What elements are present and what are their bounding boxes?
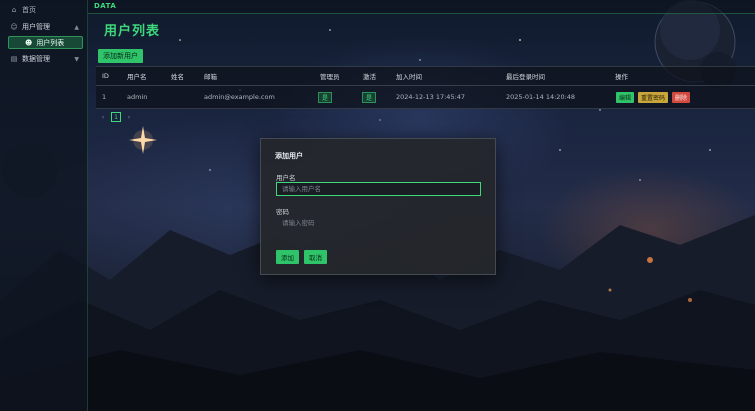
- chevron-down-icon: ▼: [74, 55, 79, 63]
- add-user-dialog: 添加用户 用户名 密码 添加 取消: [260, 138, 496, 275]
- table-row: 1 admin admin@example.com 是 是 2024-12-13…: [96, 86, 755, 108]
- sidebar-item-home[interactable]: ⌂ 首页: [0, 3, 87, 17]
- sidebar-item-label: 用户管理: [22, 23, 50, 31]
- dialog-title: 添加用户: [275, 152, 303, 160]
- cancel-button[interactable]: 取消: [304, 250, 327, 264]
- dialog-actions: 添加 取消: [276, 250, 327, 264]
- cell-username: admin: [127, 93, 148, 101]
- column-header-name: 姓名: [171, 73, 184, 81]
- data-icon: ▤: [10, 55, 18, 63]
- chevron-up-icon: ▲: [74, 23, 79, 31]
- sidebar-group-user-mgmt[interactable]: ☺ 用户管理 ▲: [0, 20, 87, 34]
- column-header-username: 用户名: [127, 73, 147, 81]
- sidebar-item-label: 用户列表: [36, 38, 65, 47]
- sidebar: ⌂ 首页 ☺ 用户管理 ▲ ☻ 用户列表 ▤ 数据管理 ▼: [0, 0, 88, 411]
- edit-button[interactable]: 编辑: [616, 91, 635, 103]
- column-header-joined: 加入时间: [396, 73, 422, 81]
- column-header-actions: 操作: [615, 73, 628, 81]
- home-icon: ⌂: [11, 6, 17, 14]
- top-bar: DATA: [88, 0, 755, 14]
- submit-button[interactable]: 添加: [276, 250, 299, 264]
- page-title: 用户列表: [104, 24, 161, 39]
- table-header: ID 用户名 姓名 邮箱 管理员 激活 加入时间 最后登录时间 操作: [96, 67, 755, 86]
- pagination-page-button[interactable]: 1: [111, 112, 121, 122]
- user-list-icon: ☻: [25, 38, 33, 47]
- column-header-email: 邮箱: [204, 73, 217, 81]
- brand-label: DATA: [94, 2, 117, 10]
- cell-admin: 是: [318, 86, 333, 108]
- column-header-admin: 管理员: [320, 73, 340, 81]
- username-input[interactable]: [276, 182, 481, 196]
- add-user-button[interactable]: 添加新用户: [98, 49, 143, 63]
- sidebar-item-user-list[interactable]: ☻ 用户列表: [8, 36, 83, 49]
- reset-password-button[interactable]: 重置密码: [638, 91, 669, 103]
- sidebar-item-label: 数据管理: [22, 55, 50, 63]
- pagination: ‹ 1 ›: [98, 112, 134, 122]
- column-header-last-login: 最后登录时间: [506, 73, 545, 81]
- active-badge: 是: [362, 91, 377, 103]
- cell-joined: 2024-12-13 17:45:47: [396, 93, 466, 101]
- cell-active: 是: [362, 86, 377, 108]
- sidebar-item-label: 首页: [22, 6, 36, 14]
- cell-email: admin@example.com: [204, 93, 275, 101]
- password-label: 密码: [276, 208, 289, 216]
- cell-id: 1: [102, 93, 107, 101]
- user-table: ID 用户名 姓名 邮箱 管理员 激活 加入时间 最后登录时间 操作 1 adm…: [96, 66, 755, 109]
- pagination-prev-button[interactable]: ‹: [98, 112, 108, 122]
- admin-badge: 是: [318, 91, 333, 103]
- cell-actions: 编辑 重置密码 删除: [616, 86, 694, 108]
- column-header-id: ID: [102, 72, 109, 80]
- password-input[interactable]: [276, 216, 481, 230]
- pagination-next-button[interactable]: ›: [124, 112, 134, 122]
- sidebar-group-data-mgmt[interactable]: ▤ 数据管理 ▼: [0, 52, 87, 66]
- users-icon: ☺: [10, 23, 18, 31]
- cell-last-login: 2025-01-14 14:20:48: [506, 93, 576, 101]
- username-label: 用户名: [276, 174, 296, 182]
- column-header-active: 激活: [363, 73, 376, 81]
- delete-button[interactable]: 删除: [672, 91, 691, 103]
